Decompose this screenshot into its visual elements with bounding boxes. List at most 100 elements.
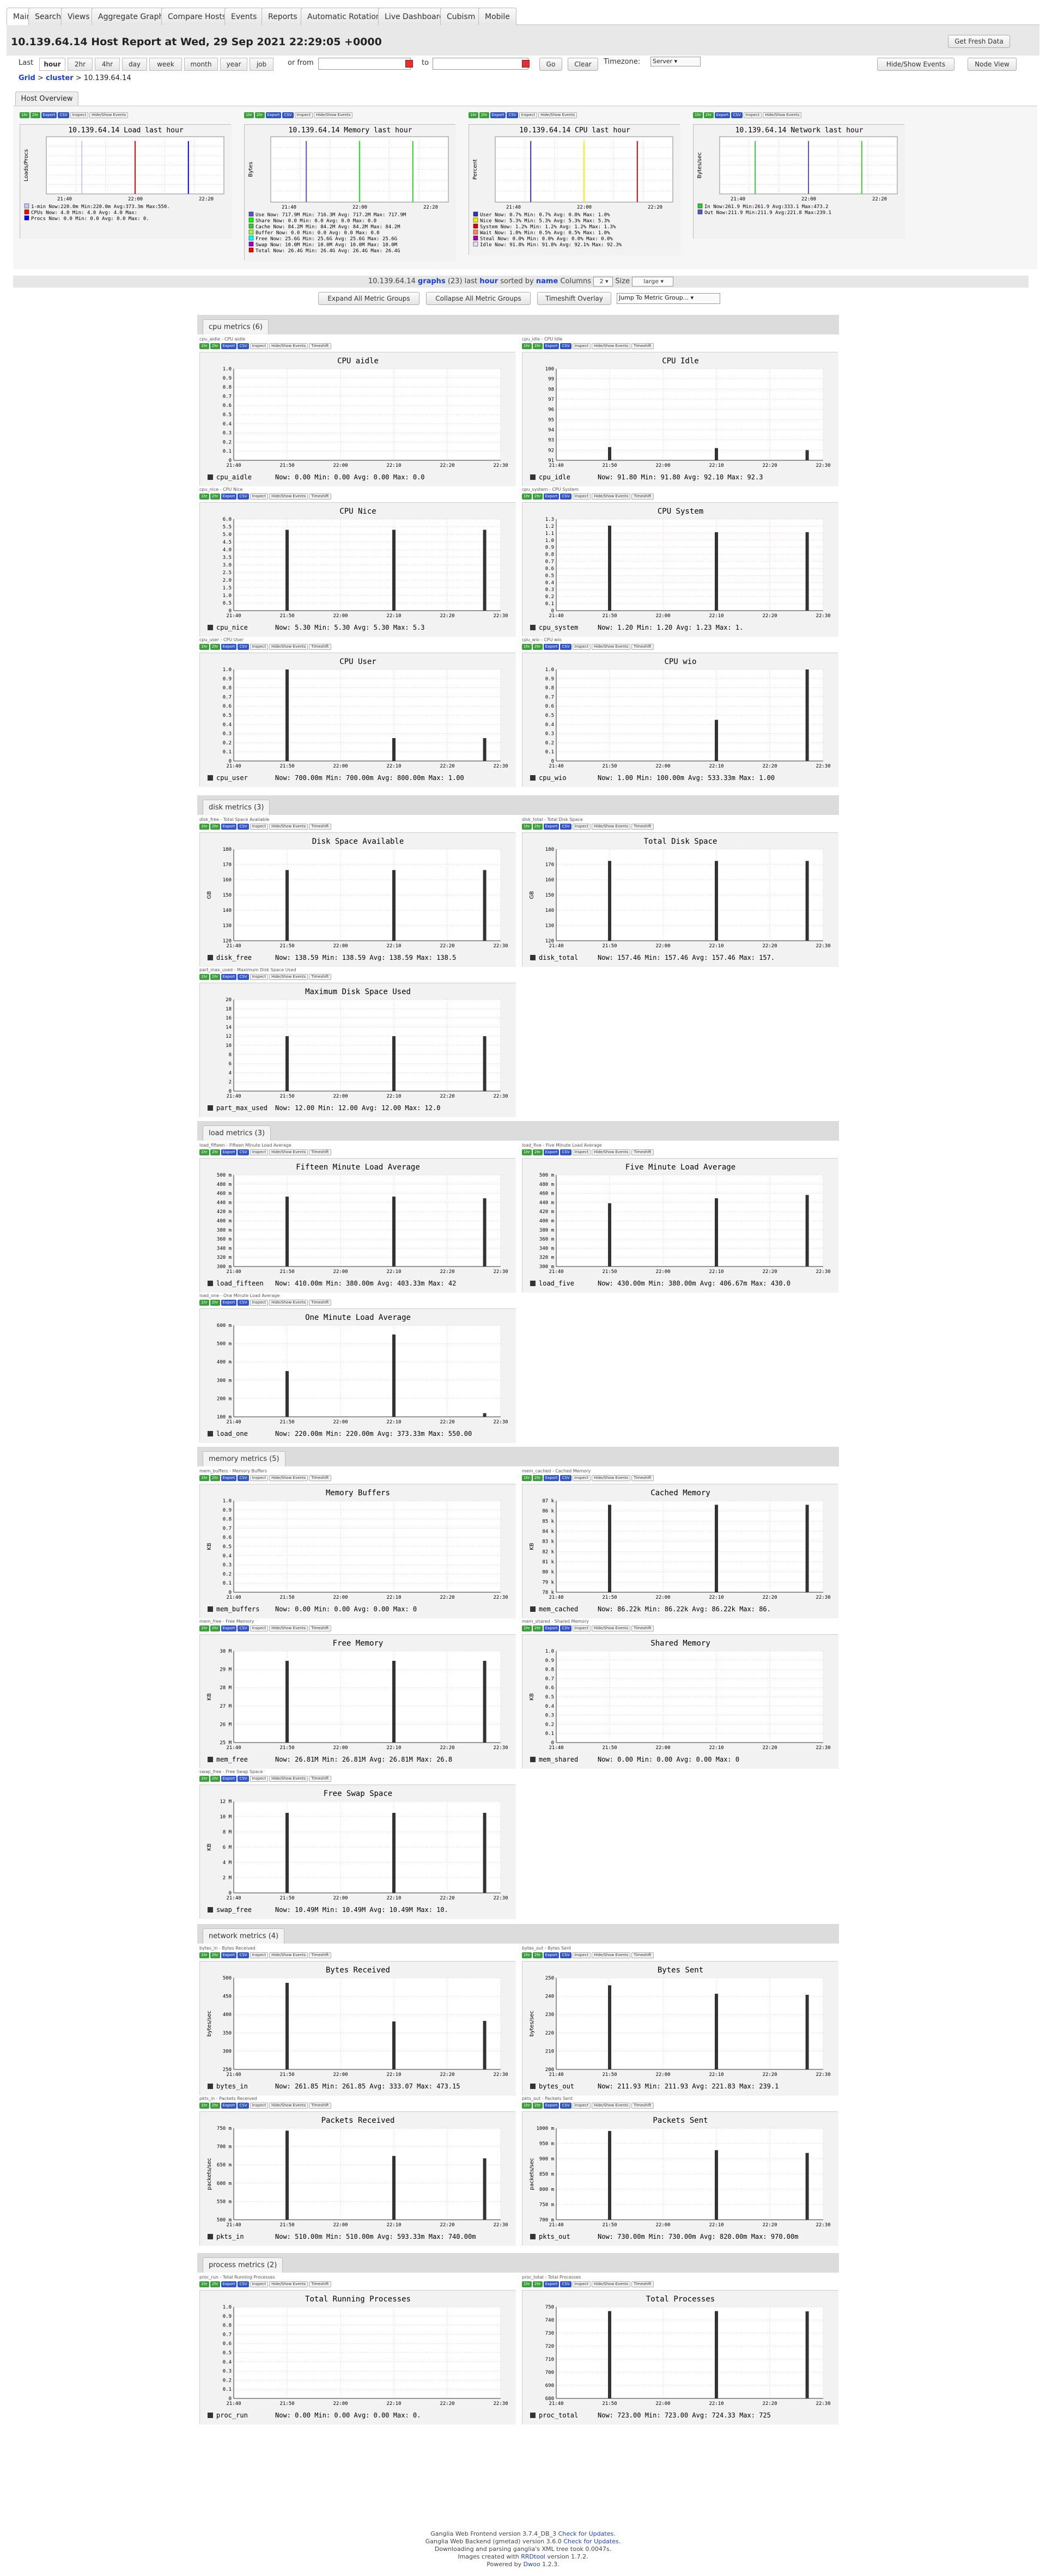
csv-button[interactable]: CSV bbox=[238, 824, 249, 830]
inspect-button[interactable]: Inspect bbox=[70, 112, 89, 118]
1hr-button[interactable]: 1hr bbox=[522, 1625, 532, 1631]
export-button[interactable]: Export bbox=[221, 1300, 237, 1306]
csv-button[interactable]: CSV bbox=[560, 1475, 571, 1481]
export-button[interactable]: Export bbox=[543, 1625, 560, 1631]
2hr-button[interactable]: 2hr bbox=[210, 1475, 220, 1481]
export-button[interactable]: Export bbox=[543, 343, 560, 349]
export-button[interactable]: Export bbox=[221, 1952, 237, 1958]
2hr-button[interactable]: 2hr bbox=[210, 1776, 220, 1782]
timeshift-button[interactable]: Timeshift bbox=[309, 2103, 331, 2109]
inspect-button[interactable]: Inspect bbox=[250, 974, 269, 980]
2hr-button[interactable]: 2hr bbox=[210, 1300, 220, 1306]
inspect-button[interactable]: Inspect bbox=[250, 1776, 269, 1782]
export-button[interactable]: Export bbox=[221, 824, 237, 830]
to-calendar-icon[interactable] bbox=[522, 60, 530, 68]
expand-all-groups-button[interactable]: Expand All Metric Groups bbox=[318, 292, 419, 305]
2hr-button[interactable]: 2hr bbox=[532, 1625, 543, 1631]
csv-button[interactable]: CSV bbox=[238, 974, 249, 980]
1hr-button[interactable]: 1hr bbox=[20, 112, 29, 118]
hide-show-events-mini-button[interactable]: Hide/Show Events bbox=[269, 1149, 308, 1155]
1hr-button[interactable]: 1hr bbox=[522, 2103, 532, 2109]
timeshift-button[interactable]: Timeshift bbox=[309, 1475, 331, 1481]
inspect-button[interactable]: Inspect bbox=[572, 1475, 591, 1481]
2hr-button[interactable]: 2hr bbox=[532, 644, 543, 650]
hide-show-events-mini-button[interactable]: Hide/Show Events bbox=[592, 2103, 631, 2109]
collapse-all-groups-button[interactable]: Collapse All Metric Groups bbox=[426, 292, 531, 305]
csv-button[interactable]: CSV bbox=[282, 112, 294, 118]
2hr-button[interactable]: 2hr bbox=[210, 494, 220, 500]
go-button[interactable]: Go bbox=[539, 58, 562, 71]
inspect-button[interactable]: Inspect bbox=[294, 112, 313, 118]
inspect-button[interactable]: Inspect bbox=[250, 1300, 269, 1306]
hide-show-events-mini-button[interactable]: Hide/Show Events bbox=[269, 824, 308, 830]
range-year-button[interactable]: year bbox=[220, 58, 247, 71]
export-button[interactable]: Export bbox=[543, 1149, 560, 1155]
inspect-button[interactable]: Inspect bbox=[572, 2281, 591, 2287]
2hr-button[interactable]: 2hr bbox=[210, 2103, 220, 2109]
1hr-button[interactable]: 1hr bbox=[522, 824, 532, 830]
range-hour-button[interactable]: hour bbox=[39, 58, 65, 71]
timeshift-button[interactable]: Timeshift bbox=[309, 1952, 331, 1958]
metric-group-toggle[interactable]: load metrics (3) bbox=[203, 1125, 271, 1141]
export-button[interactable]: Export bbox=[221, 343, 237, 349]
2hr-button[interactable]: 2hr bbox=[703, 112, 714, 118]
export-button[interactable]: Export bbox=[543, 1952, 560, 1958]
timeshift-button[interactable]: Timeshift bbox=[309, 644, 331, 650]
range-4hr-button[interactable]: 4hr bbox=[95, 58, 120, 71]
hide-show-events-mini-button[interactable]: Hide/Show Events bbox=[592, 644, 631, 650]
1hr-button[interactable]: 1hr bbox=[469, 112, 478, 118]
2hr-button[interactable]: 2hr bbox=[532, 343, 543, 349]
1hr-button[interactable]: 1hr bbox=[199, 2103, 209, 2109]
hide-show-events-mini-button[interactable]: Hide/Show Events bbox=[592, 1952, 631, 1958]
hide-show-events-button[interactable]: Hide/Show Events bbox=[877, 58, 954, 71]
timeshift-overlay-button[interactable]: Timeshift Overlay bbox=[537, 292, 611, 305]
tab-automatic-rotation[interactable]: Automatic Rotation bbox=[301, 8, 387, 25]
tab-events[interactable]: Events bbox=[224, 8, 264, 25]
timeshift-button[interactable]: Timeshift bbox=[631, 1952, 654, 1958]
csv-button[interactable]: CSV bbox=[238, 1776, 249, 1782]
hide-show-events-mini-button[interactable]: Hide/Show Events bbox=[269, 1625, 308, 1631]
1hr-button[interactable]: 1hr bbox=[522, 1475, 532, 1481]
1hr-button[interactable]: 1hr bbox=[522, 343, 532, 349]
range-day-button[interactable]: day bbox=[122, 58, 147, 71]
1hr-button[interactable]: 1hr bbox=[199, 494, 209, 500]
1hr-button[interactable]: 1hr bbox=[199, 974, 209, 980]
inspect-button[interactable]: Inspect bbox=[250, 494, 269, 500]
1hr-button[interactable]: 1hr bbox=[522, 494, 532, 500]
csv-button[interactable]: CSV bbox=[560, 644, 571, 650]
clear-button[interactable]: Clear bbox=[568, 58, 598, 71]
csv-button[interactable]: CSV bbox=[238, 343, 249, 349]
hide-show-events-mini-button[interactable]: Hide/Show Events bbox=[538, 112, 577, 118]
1hr-button[interactable]: 1hr bbox=[199, 1952, 209, 1958]
inspect-button[interactable]: Inspect bbox=[250, 343, 269, 349]
2hr-button[interactable]: 2hr bbox=[532, 1149, 543, 1155]
inspect-button[interactable]: Inspect bbox=[250, 1952, 269, 1958]
csv-button[interactable]: CSV bbox=[58, 112, 69, 118]
size-select[interactable]: large ▾ bbox=[632, 277, 674, 287]
2hr-button[interactable]: 2hr bbox=[254, 112, 265, 118]
hide-show-events-mini-button[interactable]: Hide/Show Events bbox=[269, 1475, 308, 1481]
1hr-button[interactable]: 1hr bbox=[199, 824, 209, 830]
2hr-button[interactable]: 2hr bbox=[532, 494, 543, 500]
inspect-button[interactable]: Inspect bbox=[572, 494, 591, 500]
tab-cubism[interactable]: Cubism bbox=[440, 8, 482, 25]
hide-show-events-mini-button[interactable]: Hide/Show Events bbox=[269, 1776, 308, 1782]
csv-button[interactable]: CSV bbox=[238, 494, 249, 500]
hide-show-events-mini-button[interactable]: Hide/Show Events bbox=[314, 112, 353, 118]
2hr-button[interactable]: 2hr bbox=[210, 1149, 220, 1155]
hide-show-events-mini-button[interactable]: Hide/Show Events bbox=[592, 1475, 631, 1481]
csv-button[interactable]: CSV bbox=[731, 112, 743, 118]
tab-reports[interactable]: Reports bbox=[262, 8, 304, 25]
hide-show-events-mini-button[interactable]: Hide/Show Events bbox=[269, 974, 308, 980]
export-button[interactable]: Export bbox=[221, 494, 237, 500]
hide-show-events-mini-button[interactable]: Hide/Show Events bbox=[269, 2281, 308, 2287]
from-date-input[interactable] bbox=[318, 58, 411, 70]
range-week-button[interactable]: week bbox=[149, 58, 182, 71]
inspect-button[interactable]: Inspect bbox=[572, 1952, 591, 1958]
csv-button[interactable]: CSV bbox=[238, 1475, 249, 1481]
export-button[interactable]: Export bbox=[221, 1625, 237, 1631]
export-button[interactable]: Export bbox=[221, 2103, 237, 2109]
csv-button[interactable]: CSV bbox=[238, 1300, 249, 1306]
inspect-button[interactable]: Inspect bbox=[250, 2281, 269, 2287]
2hr-button[interactable]: 2hr bbox=[532, 1475, 543, 1481]
